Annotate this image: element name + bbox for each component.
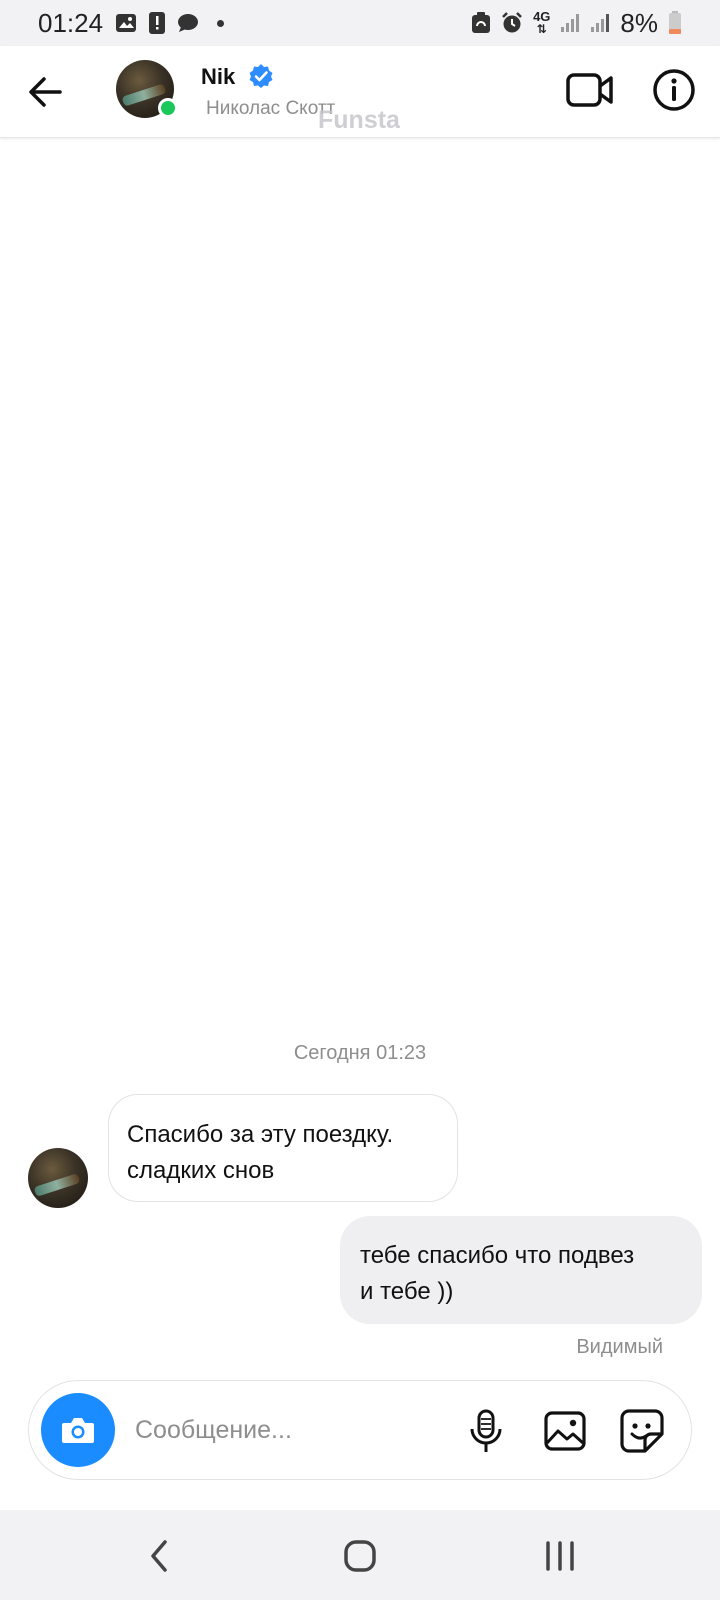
video-call-button[interactable] — [566, 68, 614, 112]
video-camera-icon — [566, 73, 613, 107]
network-arrows: ⇅ — [536, 22, 547, 36]
online-indicator — [158, 98, 178, 118]
signal-icon — [560, 13, 580, 33]
alarm-icon — [501, 12, 523, 34]
back-button[interactable] — [26, 72, 66, 112]
recents-icon — [546, 1541, 574, 1571]
status-time: 01:24 — [38, 7, 104, 38]
chat-header: Nik Николас Скотт Funsta — [0, 46, 720, 138]
incoming-message-bubble[interactable]: Спасибо за эту поездку. сладких снов — [108, 1094, 458, 1202]
outgoing-message-bubble[interactable]: тебе спасибо что подвез и тебе )) — [340, 1216, 702, 1324]
camera-button[interactable] — [41, 1393, 115, 1467]
dm-screen: 01:24 4G ⇅ 8% Nik Николас Скотт Funsta С… — [0, 0, 720, 1600]
image-icon — [544, 1411, 586, 1451]
recycle-icon — [471, 12, 491, 34]
watermark-text: Funsta — [318, 106, 400, 134]
nav-back-button[interactable] — [140, 1534, 180, 1578]
header-avatar[interactable] — [116, 60, 178, 118]
message-input[interactable] — [135, 1409, 435, 1451]
message-composer — [28, 1380, 692, 1480]
info-button[interactable] — [652, 68, 696, 112]
signal-icon — [590, 13, 610, 33]
seen-status: Видимый — [576, 1336, 663, 1358]
status-right: 4G ⇅ 8% — [471, 8, 682, 39]
message-text-line: сладких снов — [127, 1157, 275, 1184]
chevron-left-icon — [151, 1540, 167, 1572]
gallery-button[interactable] — [543, 1409, 587, 1453]
home-icon — [344, 1540, 376, 1572]
dot-icon — [217, 19, 225, 27]
date-separator: Сегодня 01:23 — [293, 1042, 427, 1064]
voice-message-button[interactable] — [465, 1409, 507, 1455]
contact-name[interactable]: Nik — [201, 64, 235, 90]
sender-avatar[interactable] — [28, 1148, 88, 1208]
battery-percent: 8% — [620, 7, 658, 38]
system-nav-bar — [0, 1510, 720, 1600]
network-4g-icon: 4G ⇅ — [533, 10, 550, 36]
arrow-left-icon — [29, 77, 62, 107]
gallery-icon — [115, 13, 137, 33]
verified-badge-icon — [248, 63, 274, 89]
chat-icon — [177, 13, 199, 33]
message-text-line: и тебе )) — [360, 1278, 454, 1305]
microphone-icon — [470, 1409, 502, 1452]
nav-home-button[interactable] — [340, 1534, 380, 1578]
status-left: 01:24 — [38, 7, 225, 39]
info-icon — [653, 69, 695, 111]
camera-icon — [62, 1418, 94, 1443]
battery-low-icon — [668, 11, 682, 35]
sticker-button[interactable] — [619, 1408, 665, 1454]
contact-full-name: Николас Скотт — [206, 98, 336, 119]
message-text-line: тебе спасибо что подвез — [360, 1242, 635, 1269]
nav-recents-button[interactable] — [540, 1534, 580, 1578]
status-bar: 01:24 4G ⇅ 8% — [0, 0, 720, 46]
message-text-line: Спасибо за эту поездку. — [127, 1121, 394, 1148]
sticker-icon — [620, 1409, 664, 1453]
alert-icon — [149, 12, 166, 34]
